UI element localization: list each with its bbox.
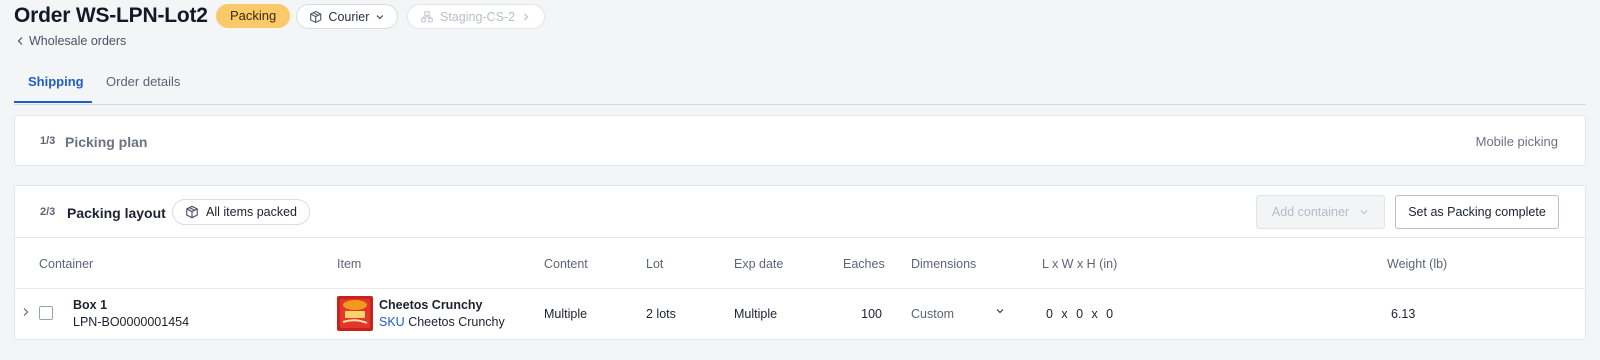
- lwh-value[interactable]: 0 x 0 x 0: [1046, 307, 1114, 321]
- row-checkbox[interactable]: [39, 306, 53, 320]
- column-header-item: Item: [337, 257, 362, 271]
- tab-order-details[interactable]: Order details: [106, 74, 180, 89]
- back-link-label: Wholesale orders: [29, 34, 127, 48]
- column-header-exp-date: Exp date: [734, 257, 784, 271]
- product-thumbnail: [337, 296, 373, 331]
- packing-status-pill: All items packed: [172, 199, 311, 225]
- sku-value: Cheetos Crunchy: [408, 315, 505, 329]
- location-label: Staging-CS-2: [440, 9, 516, 24]
- chevron-right-icon: [524, 13, 529, 20]
- carrier-label: Courier: [328, 9, 370, 24]
- expand-row-icon[interactable]: [21, 307, 30, 317]
- packing-step-indicator: 2/3: [40, 206, 56, 218]
- active-tab-indicator: [14, 101, 92, 103]
- chevron-left-icon: [17, 37, 23, 45]
- picking-plan-title: Picking plan: [65, 134, 148, 150]
- content-value: Multiple: [544, 307, 588, 321]
- chevron-down-icon[interactable]: [994, 305, 1006, 317]
- picking-plan-card[interactable]: [14, 115, 1586, 166]
- mobile-picking-link[interactable]: Mobile picking: [1476, 134, 1558, 149]
- tabs-divider: [14, 104, 1586, 105]
- lot-value[interactable]: 2 lots: [646, 307, 676, 321]
- item-sku: SKU Cheetos Crunchy: [379, 315, 505, 329]
- column-header-content: Content: [544, 257, 588, 271]
- box-icon: [186, 205, 198, 219]
- box-icon: [310, 10, 322, 23]
- column-header-container: Container: [39, 257, 94, 271]
- picking-step-indicator: 1/3: [40, 135, 56, 147]
- tab-shipping[interactable]: Shipping: [28, 74, 84, 89]
- table-top-divider: [15, 237, 1585, 238]
- chevron-down-icon: [376, 14, 384, 19]
- item-name: Cheetos Crunchy: [379, 298, 483, 312]
- eaches-value: 100: [861, 307, 882, 321]
- container-name: Box 1: [73, 298, 108, 312]
- add-container-button[interactable]: Add container: [1256, 195, 1385, 229]
- dimensions-select[interactable]: Custom: [911, 307, 954, 321]
- add-container-label: Add container: [1271, 205, 1350, 219]
- column-header-weight: Weight (lb): [1387, 257, 1448, 271]
- carrier-selector[interactable]: Courier: [296, 4, 398, 29]
- page-title: Order WS-LPN-Lot2: [14, 4, 208, 27]
- exp-date-value: Multiple: [734, 307, 778, 321]
- container-lpn: LPN-BO0000001454: [73, 315, 190, 329]
- location-selector[interactable]: Staging-CS-2: [407, 4, 545, 29]
- set-packing-complete-button[interactable]: Set as Packing complete: [1395, 195, 1559, 229]
- chevron-down-icon: [1360, 210, 1368, 215]
- back-link[interactable]: Wholesale orders: [16, 34, 126, 48]
- column-header-lot: Lot: [646, 257, 664, 271]
- weight-value[interactable]: 6.13: [1391, 307, 1415, 321]
- table-header-divider: [15, 288, 1585, 289]
- warehouse-icon: [421, 10, 433, 22]
- packing-status-label: All items packed: [206, 205, 298, 219]
- column-header-eaches: Eaches: [843, 257, 885, 271]
- column-header-dimensions: Dimensions: [911, 257, 977, 271]
- column-header-lwh: L x W x H (in): [1042, 257, 1118, 271]
- status-badge: Packing: [216, 4, 291, 28]
- packing-layout-title: Packing layout: [67, 205, 166, 221]
- sku-label: SKU: [379, 315, 405, 329]
